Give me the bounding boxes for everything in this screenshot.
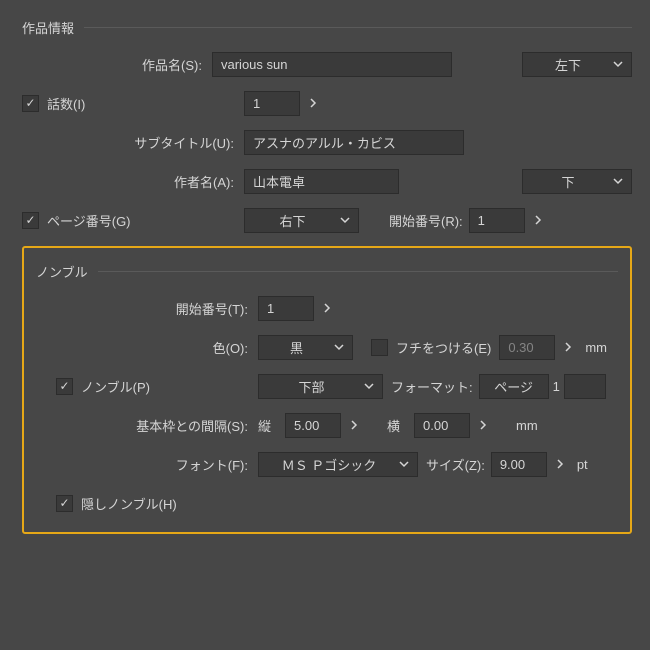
dropdown-font[interactable]: ＭＳ Ｐゴシック <box>258 452 418 477</box>
dropdown-author-position[interactable]: 下 <box>522 169 632 194</box>
stepper-start-number[interactable] <box>533 215 547 225</box>
stepper-nombre-start[interactable] <box>322 303 336 313</box>
input-episode-number[interactable] <box>244 91 300 116</box>
divider <box>98 271 618 272</box>
dropdown-nombre-position-text: 下部 <box>267 377 356 396</box>
input-gap-v[interactable] <box>285 413 341 438</box>
stepper-gap-h[interactable] <box>478 420 492 430</box>
input-gap-h[interactable] <box>414 413 470 438</box>
checkbox-hidden-nombre[interactable]: 隠しノンブル(H) <box>56 494 177 513</box>
check-icon <box>56 495 73 512</box>
label-format-suffix: 1 <box>553 379 560 394</box>
chevron-down-icon <box>613 57 623 72</box>
dropdown-page-number-position[interactable]: 右下 <box>244 208 359 233</box>
stepper-episode[interactable] <box>308 98 322 108</box>
check-icon <box>56 378 73 395</box>
section-work-info: 作品情報 作品名(S): 左下 話数(I) <box>22 18 632 233</box>
label-page-number: ページ番号(G) <box>47 211 131 230</box>
input-subtitle[interactable] <box>244 130 464 155</box>
unit-pt: pt <box>577 457 588 472</box>
label-color: 色(O): <box>36 338 258 357</box>
section-title-nombre: ノンブル <box>36 262 88 281</box>
dropdown-font-text: ＭＳ Ｐゴシック <box>267 455 391 474</box>
chevron-down-icon <box>334 340 344 355</box>
chevron-down-icon <box>364 379 374 394</box>
stepper-border-width[interactable] <box>563 342 577 352</box>
check-icon <box>22 95 39 112</box>
dropdown-format[interactable]: ページ <box>479 374 549 399</box>
checkbox-episode[interactable]: 話数(I) <box>22 94 85 113</box>
label-nombre-start: 開始番号(T): <box>36 299 258 318</box>
check-icon <box>22 212 39 229</box>
label-font: フォント(F): <box>36 455 258 474</box>
label-gap-v: 縦 <box>258 416 271 435</box>
dropdown-author-position-text: 下 <box>531 172 605 191</box>
input-start-number[interactable] <box>469 208 525 233</box>
input-font-size[interactable] <box>491 452 547 477</box>
checkbox-nombre[interactable]: ノンブル(P) <box>56 377 150 396</box>
label-hidden-nombre: 隠しノンブル(H) <box>81 494 177 513</box>
label-font-size: サイズ(Z): <box>426 455 485 474</box>
dropdown-work-name-position[interactable]: 左下 <box>522 52 632 77</box>
label-border: フチをつける(E) <box>396 338 491 357</box>
stepper-gap-v[interactable] <box>349 420 363 430</box>
section-title-work-info: 作品情報 <box>22 18 74 37</box>
checkbox-border[interactable]: フチをつける(E) <box>371 338 491 357</box>
stepper-font-size[interactable] <box>555 459 569 469</box>
checkbox-page-number[interactable]: ページ番号(G) <box>22 211 131 230</box>
checkbox-empty-icon <box>371 339 388 356</box>
unit-mm: mm <box>516 418 538 433</box>
section-nombre: ノンブル 開始番号(T): 色(O): 黒 フチをつける(E) <box>36 262 618 516</box>
label-gap: 基本枠との間隔(S): <box>36 416 258 435</box>
dropdown-work-name-position-text: 左下 <box>531 55 605 74</box>
unit-mm: mm <box>585 340 607 355</box>
input-author[interactable] <box>244 169 399 194</box>
dropdown-nombre-position[interactable]: 下部 <box>258 374 383 399</box>
label-author: 作者名(A): <box>22 172 244 191</box>
label-nombre-checkbox: ノンブル(P) <box>81 377 150 396</box>
label-episode: 話数(I) <box>47 94 85 113</box>
label-work-name: 作品名(S): <box>22 55 212 74</box>
dropdown-color[interactable]: 黒 <box>258 335 353 360</box>
label-subtitle: サブタイトル(U): <box>22 133 244 152</box>
dropdown-page-number-position-text: 右下 <box>253 211 332 230</box>
divider <box>84 27 632 28</box>
chevron-down-icon <box>399 457 409 472</box>
highlight-nombre-section: ノンブル 開始番号(T): 色(O): 黒 フチをつける(E) <box>22 246 632 534</box>
input-work-name[interactable] <box>212 52 452 77</box>
label-format: フォーマット: <box>391 377 473 396</box>
input-format-extra[interactable] <box>564 374 606 399</box>
label-gap-h: 横 <box>387 416 400 435</box>
chevron-down-icon <box>613 174 623 189</box>
dropdown-format-text: ページ <box>488 377 540 396</box>
label-start-number: 開始番号(R): <box>389 211 463 230</box>
dropdown-color-text: 黒 <box>267 338 326 357</box>
chevron-down-icon <box>340 213 350 228</box>
input-border-width[interactable] <box>499 335 555 360</box>
input-nombre-start[interactable] <box>258 296 314 321</box>
